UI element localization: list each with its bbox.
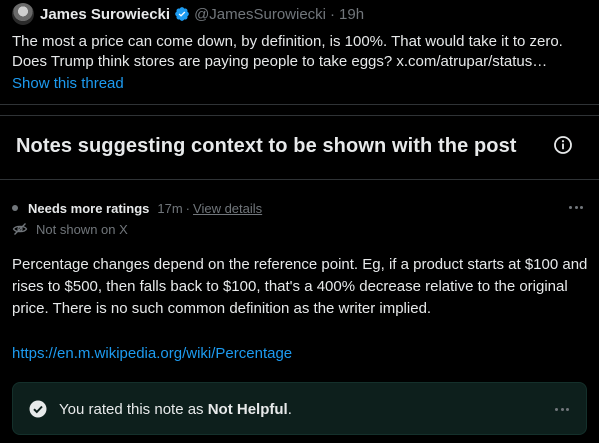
rating-confirmation: You rated this note as Not Helpful. bbox=[12, 382, 587, 435]
rating-more-options-icon[interactable] bbox=[552, 401, 572, 417]
section-divider bbox=[0, 104, 599, 116]
more-dot bbox=[566, 407, 569, 411]
eye-off-icon bbox=[12, 223, 28, 235]
tweet-text: The most a price can come down, by defin… bbox=[12, 32, 587, 72]
author-line: James Surowiecki @JamesSurowiecki · 19h bbox=[40, 4, 364, 24]
separator-dot: · bbox=[330, 5, 336, 23]
tweet-text-line: Does Trump think stores are paying peopl… bbox=[12, 53, 548, 70]
note-body: Percentage changes depend on the referen… bbox=[12, 256, 588, 317]
notes-header: Notes suggesting context to be shown wit… bbox=[0, 116, 599, 180]
view-details-link[interactable]: View details bbox=[193, 201, 262, 216]
info-icon[interactable] bbox=[553, 135, 573, 155]
verified-badge-icon bbox=[175, 7, 189, 21]
more-dot bbox=[574, 205, 578, 209]
rating-text: You rated this note as Not Helpful. bbox=[59, 400, 292, 420]
more-options-icon[interactable] bbox=[566, 199, 586, 215]
avatar[interactable] bbox=[12, 3, 34, 25]
rating-value: Not Helpful bbox=[207, 401, 288, 418]
rating-suffix: . bbox=[287, 401, 292, 418]
more-dot bbox=[569, 205, 572, 209]
tweet-timestamp[interactable]: 19h bbox=[339, 6, 364, 23]
note-status-line: Needs more ratings 17m · View details bbox=[12, 200, 262, 216]
notes-section-title: Notes suggesting context to be shown wit… bbox=[16, 135, 517, 157]
visibility-status: Not shown on X bbox=[12, 221, 128, 237]
separator-dot: · bbox=[185, 200, 191, 216]
more-dot bbox=[560, 407, 564, 411]
check-circle-icon bbox=[29, 400, 47, 418]
rating-prefix: You rated this note as bbox=[59, 401, 208, 418]
note-status-label: Needs more ratings bbox=[28, 200, 150, 216]
note-timestamp: 17m bbox=[157, 200, 183, 216]
note-source-link[interactable]: https://en.m.wikipedia.org/wiki/Percenta… bbox=[12, 343, 292, 365]
author-name[interactable]: James Surowiecki bbox=[40, 6, 170, 23]
more-dot bbox=[580, 205, 583, 209]
visibility-label: Not shown on X bbox=[36, 221, 128, 237]
more-dot bbox=[555, 407, 558, 411]
author-handle[interactable]: @JamesSurowiecki bbox=[194, 6, 326, 23]
tweet[interactable]: James Surowiecki @JamesSurowiecki · 19h … bbox=[0, 0, 599, 104]
tweet-text-line: The most a price can come down, by defin… bbox=[12, 33, 563, 50]
community-note: Needs more ratings 17m · View details No… bbox=[0, 181, 599, 443]
show-thread-link[interactable]: Show this thread bbox=[12, 74, 124, 94]
status-dot-icon bbox=[12, 205, 18, 211]
